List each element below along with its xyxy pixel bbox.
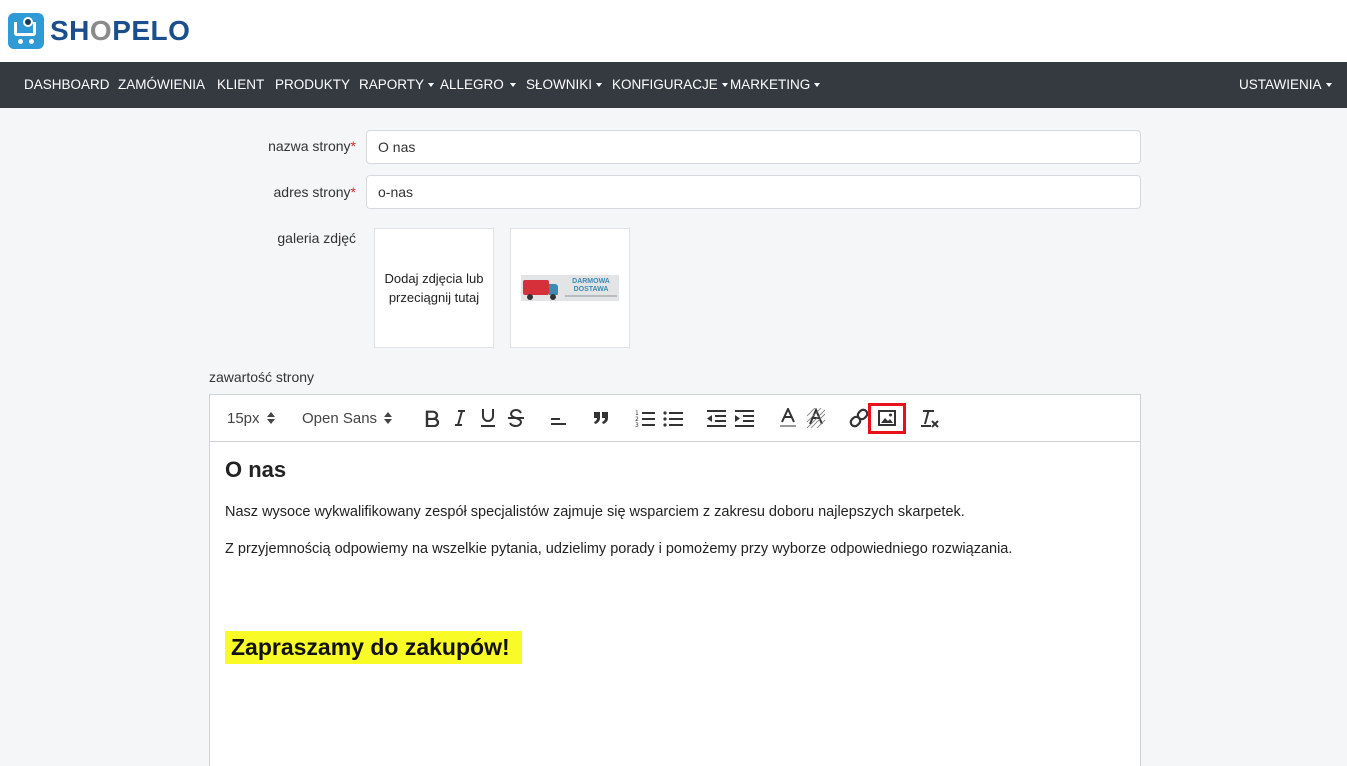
nav-raporty[interactable]: RAPORTY — [359, 62, 435, 108]
bold-icon[interactable] — [421, 405, 443, 431]
nav-slowniki[interactable]: SŁOWNIKI — [526, 62, 603, 108]
gallery-label: galeria zdjęć — [277, 230, 356, 246]
page-name-label: nazwa strony* — [268, 138, 356, 154]
caret-down-icon — [428, 83, 435, 88]
nav-dashboard[interactable]: DASHBOARD — [24, 62, 110, 108]
nav-konfiguracje[interactable]: KONFIGURACJE — [612, 62, 728, 108]
caret-down-icon — [721, 83, 728, 88]
content-paragraph-2: Z przyjemnością odpowiemy na wszelkie py… — [225, 541, 1013, 557]
caret-down-icon — [814, 83, 821, 88]
italic-icon[interactable] — [449, 405, 471, 431]
nav-allegro[interactable]: ALLEGRO — [440, 62, 516, 108]
content-label: zawartość strony — [209, 369, 315, 385]
align-left-icon[interactable] — [547, 405, 569, 431]
delivery-truck-icon — [523, 280, 549, 295]
upload-instructions: Dodaj zdjęcia lub przeciągnij tutaj — [384, 271, 484, 305]
strikethrough-icon[interactable] — [505, 405, 527, 431]
background-color-icon[interactable] — [805, 405, 827, 431]
brand-name: SHOPELO — [50, 15, 191, 46]
gallery-image-thumbnail[interactable]: DARMOWA DOSTAWA — [510, 228, 630, 348]
font-family-select[interactable]: Open Sans — [302, 405, 393, 431]
page-address-input[interactable] — [366, 175, 1141, 209]
page-name-input[interactable] — [366, 130, 1141, 164]
underline-icon[interactable] — [477, 405, 499, 431]
image-upload-dropzone[interactable]: Dodaj zdjęcia lub przeciągnij tutaj — [374, 228, 494, 348]
shopping-cart-logo-icon — [8, 13, 44, 49]
caret-down-icon — [509, 83, 516, 88]
nav-produkty[interactable]: PRODUKTY — [275, 62, 350, 108]
editor-toolbar: 15px Open Sans 123 — [210, 395, 1140, 442]
nav-marketing[interactable]: MARKETING — [730, 62, 821, 108]
page-address-label: adres strony* — [273, 184, 357, 200]
nav-klient[interactable]: KLIENT — [217, 62, 264, 108]
image-button-highlight — [868, 403, 906, 434]
blockquote-icon[interactable] — [590, 405, 612, 431]
content-heading: O nas — [225, 457, 287, 482]
bullet-list-icon[interactable] — [662, 405, 684, 431]
text-color-icon[interactable] — [777, 405, 799, 431]
free-delivery-image: DARMOWA DOSTAWA — [521, 275, 619, 301]
content-paragraph-1: Nasz wysoce wykwalifikowany zespół specj… — [225, 504, 965, 520]
shopelo-logo[interactable]: SHOPELO — [8, 12, 190, 50]
outdent-icon[interactable] — [705, 405, 727, 431]
font-size-select[interactable]: 15px — [227, 405, 275, 431]
indent-icon[interactable] — [733, 405, 755, 431]
top-header: SHOPELO — [0, 0, 1347, 62]
link-icon[interactable] — [848, 405, 870, 431]
main-navbar: DASHBOARD ZAMÓWIENIA KLIENT PRODUKTY RAP… — [0, 62, 1347, 108]
select-arrows-icon — [384, 412, 393, 424]
caret-down-icon — [596, 83, 603, 88]
ordered-list-icon[interactable]: 123 — [634, 405, 656, 431]
svg-text:3: 3 — [635, 422, 639, 427]
clear-formatting-icon[interactable] — [919, 405, 941, 431]
select-arrows-icon — [266, 412, 275, 424]
nav-zamowienia[interactable]: ZAMÓWIENIA — [118, 62, 205, 108]
highlighted-heading: Zapraszamy do zakupów! — [225, 631, 522, 664]
caret-down-icon — [1325, 83, 1332, 88]
rich-text-editor: 15px Open Sans 123 O nas Nasz wysoce wyk… — [209, 394, 1141, 766]
nav-ustawienia[interactable]: USTAWIENIA — [1239, 62, 1332, 108]
